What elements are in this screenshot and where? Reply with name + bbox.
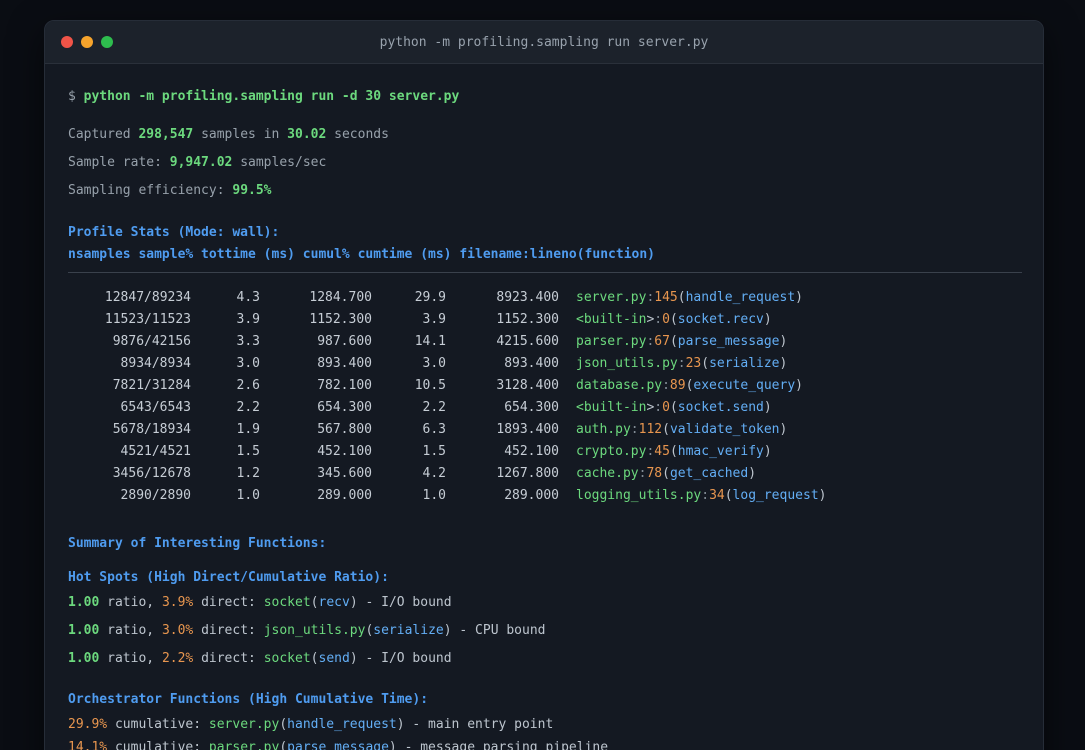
sample-pct-cell: 4.3 xyxy=(236,290,260,305)
cumtime-cell: 8923.400 xyxy=(496,290,559,305)
cumtime-cell: 1267.800 xyxy=(496,466,559,481)
cumul-pct-cell: 6.3 xyxy=(422,422,446,437)
stats-column-header: nsamples sample% tottime (ms) cumul% cum… xyxy=(68,247,655,262)
sample-pct-cell: 2.6 xyxy=(236,378,260,393)
tottime-cell: 987.600 xyxy=(317,334,372,349)
cumul-pct-cell: 1.5 xyxy=(422,444,446,459)
window-title: python -m profiling.sampling run server.… xyxy=(379,34,709,50)
nsamples-cell: 2890/2890 xyxy=(120,488,191,503)
tottime-cell: 1284.700 xyxy=(309,290,372,305)
cumtime-cell: 893.400 xyxy=(504,356,559,371)
cumul-pct-cell: 2.2 xyxy=(422,400,446,415)
maximize-button[interactable] xyxy=(101,36,113,48)
nsamples-cell: 11523/11523 xyxy=(104,312,191,327)
filename-cell: parser.py:67(parse_message) xyxy=(576,334,788,349)
filename-cell: <built-in>:0(socket.recv) xyxy=(576,312,772,327)
filename-cell: crypto.py:45(hmac_verify) xyxy=(576,444,772,459)
table-divider xyxy=(68,272,1022,273)
orchestrator-heading: Orchestrator Functions (High Cumulative … xyxy=(68,692,429,707)
filename-cell: auth.py:112(validate_token) xyxy=(576,422,788,437)
cumul-pct-cell: 4.2 xyxy=(422,466,446,481)
stats-table-body: 12847/89234 4.3 1284.700 29.9 8923.400 s… xyxy=(68,287,1020,507)
cumtime-cell: 289.000 xyxy=(504,488,559,503)
sample-pct-cell: 3.9 xyxy=(236,312,260,327)
sample-pct-cell: 2.2 xyxy=(236,400,260,415)
nsamples-cell: 12847/89234 xyxy=(104,290,191,305)
tottime-cell: 567.800 xyxy=(317,422,372,437)
sample-pct-cell: 1.5 xyxy=(236,444,260,459)
cumul-pct-cell: 3.9 xyxy=(422,312,446,327)
minimize-button[interactable] xyxy=(81,36,93,48)
terminal-content[interactable]: $ python -m profiling.sampling run -d 30… xyxy=(45,64,1043,750)
sample-pct-cell: 1.9 xyxy=(236,422,260,437)
cumtime-cell: 1893.400 xyxy=(496,422,559,437)
sample-pct-cell: 3.0 xyxy=(236,356,260,371)
table-row: 3456/12678 1.2 345.600 4.2 1267.800 cach… xyxy=(68,463,1020,485)
table-row: 2890/2890 1.0 289.000 1.0 289.000 loggin… xyxy=(68,485,1020,507)
filename-cell: json_utils.py:23(serialize) xyxy=(576,356,788,371)
summary-heading: Summary of Interesting Functions: xyxy=(68,536,327,551)
hot-spot-line: 1.00 ratio, 3.0% direct: json_utils.py(s… xyxy=(68,623,546,638)
table-row: 6543/6543 2.2 654.300 2.2 654.300 <built… xyxy=(68,397,1020,419)
table-row: 9876/42156 3.3 987.600 14.1 4215.600 par… xyxy=(68,331,1020,353)
tottime-cell: 345.600 xyxy=(317,466,372,481)
hot-spots-heading: Hot Spots (High Direct/Cumulative Ratio)… xyxy=(68,570,389,585)
table-row: 11523/11523 3.9 1152.300 3.9 1152.300 <b… xyxy=(68,309,1020,331)
cumul-pct-cell: 10.5 xyxy=(414,378,446,393)
sampling-efficiency-line: Sampling efficiency: 99.5% xyxy=(68,183,272,198)
cumtime-cell: 4215.600 xyxy=(496,334,559,349)
table-row: 8934/8934 3.0 893.400 3.0 893.400 json_u… xyxy=(68,353,1020,375)
table-row: 4521/4521 1.5 452.100 1.5 452.100 crypto… xyxy=(68,441,1020,463)
cumul-pct-cell: 3.0 xyxy=(422,356,446,371)
cumtime-cell: 452.100 xyxy=(504,444,559,459)
tottime-cell: 452.100 xyxy=(317,444,372,459)
table-row: 7821/31284 2.6 782.100 10.5 3128.400 dat… xyxy=(68,375,1020,397)
filename-cell: server.py:145(handle_request) xyxy=(576,290,803,305)
tottime-cell: 782.100 xyxy=(317,378,372,393)
captured-samples-line: Captured 298,547 samples in 30.02 second… xyxy=(68,127,389,142)
terminal-titlebar[interactable]: python -m profiling.sampling run server.… xyxy=(45,21,1043,64)
sample-pct-cell: 1.2 xyxy=(236,466,260,481)
table-row: 12847/89234 4.3 1284.700 29.9 8923.400 s… xyxy=(68,287,1020,309)
nsamples-cell: 9876/42156 xyxy=(112,334,191,349)
hot-spot-line: 1.00 ratio, 2.2% direct: socket(send) - … xyxy=(68,651,452,666)
nsamples-cell: 6543/6543 xyxy=(120,400,191,415)
profile-stats-heading: Profile Stats (Mode: wall): xyxy=(68,225,280,240)
nsamples-cell: 3456/12678 xyxy=(112,466,191,481)
nsamples-cell: 7821/31284 xyxy=(112,378,191,393)
command-prompt-line: $ python -m profiling.sampling run -d 30… xyxy=(68,89,460,104)
sample-rate-line: Sample rate: 9,947.02 samples/sec xyxy=(68,155,327,170)
table-row: 5678/18934 1.9 567.800 6.3 1893.400 auth… xyxy=(68,419,1020,441)
cumtime-cell: 654.300 xyxy=(504,400,559,415)
desktop-background: python -m profiling.sampling run server.… xyxy=(0,0,1085,750)
hot-spot-line: 1.00 ratio, 3.9% direct: socket(recv) - … xyxy=(68,595,452,610)
nsamples-cell: 4521/4521 xyxy=(120,444,191,459)
terminal-window: python -m profiling.sampling run server.… xyxy=(44,20,1044,750)
close-button[interactable] xyxy=(61,36,73,48)
orchestrator-line: 14.1% cumulative: parser.py(parse_messag… xyxy=(68,740,609,750)
tottime-cell: 654.300 xyxy=(317,400,372,415)
tottime-cell: 1152.300 xyxy=(309,312,372,327)
cumul-pct-cell: 29.9 xyxy=(414,290,446,305)
sample-pct-cell: 1.0 xyxy=(236,488,260,503)
cumul-pct-cell: 1.0 xyxy=(422,488,446,503)
nsamples-cell: 8934/8934 xyxy=(120,356,191,371)
filename-cell: cache.py:78(get_cached) xyxy=(576,466,757,481)
cumtime-cell: 1152.300 xyxy=(496,312,559,327)
filename-cell: <built-in>:0(socket.send) xyxy=(576,400,772,415)
tottime-cell: 893.400 xyxy=(317,356,372,371)
traffic-lights xyxy=(61,21,113,63)
cumtime-cell: 3128.400 xyxy=(496,378,559,393)
cumul-pct-cell: 14.1 xyxy=(414,334,446,349)
filename-cell: database.py:89(execute_query) xyxy=(576,378,803,393)
nsamples-cell: 5678/18934 xyxy=(112,422,191,437)
sample-pct-cell: 3.3 xyxy=(236,334,260,349)
orchestrator-line: 29.9% cumulative: server.py(handle_reque… xyxy=(68,717,554,732)
tottime-cell: 289.000 xyxy=(317,488,372,503)
filename-cell: logging_utils.py:34(log_request) xyxy=(576,488,827,503)
